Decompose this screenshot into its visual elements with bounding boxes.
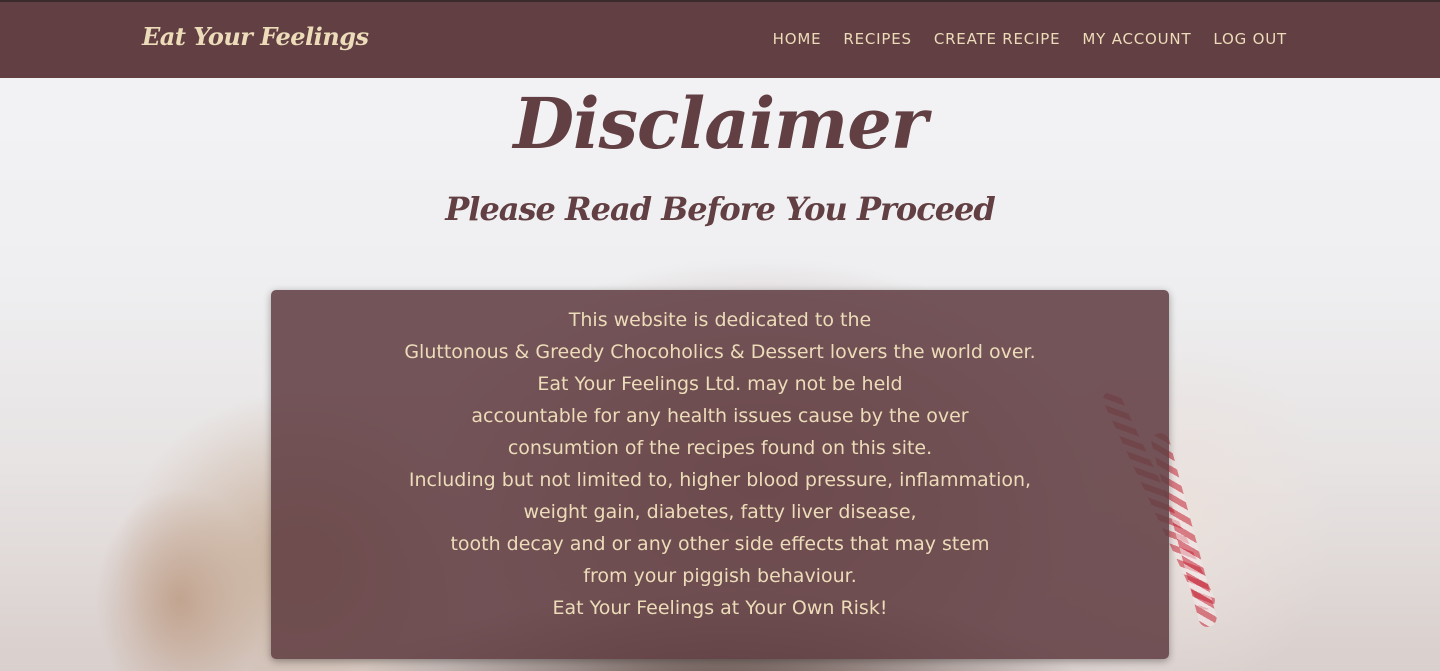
disclaimer-line: This website is dedicated to the <box>568 309 872 331</box>
nav-links: HOME RECIPES CREATE RECIPE MY ACCOUNT LO… <box>773 30 1287 48</box>
nav-log-out-link[interactable]: LOG OUT <box>1213 30 1287 48</box>
nav-my-account-link[interactable]: MY ACCOUNT <box>1082 30 1191 48</box>
disclaimer-panel: This website is dedicated to the Glutton… <box>271 290 1169 659</box>
nav-create-recipe-link[interactable]: CREATE RECIPE <box>934 30 1061 48</box>
disclaimer-line: accountable for any health issues cause … <box>471 405 969 427</box>
disclaimer-line: consumtion of the recipes found on this … <box>507 437 933 459</box>
disclaimer-line: Eat Your Feelings Ltd. may not be held <box>537 373 903 395</box>
disclaimer-line: Eat Your Feelings at Your Own Risk! <box>552 597 888 619</box>
brand-logo[interactable]: Eat Your Feelings <box>142 22 369 51</box>
page-subtitle: Please Read Before You Proceed <box>445 190 996 228</box>
disclaimer-line: Gluttonous & Greedy Chocoholics & Desser… <box>404 341 1036 363</box>
navbar: Eat Your Feelings HOME RECIPES CREATE RE… <box>0 0 1440 78</box>
disclaimer-line: tooth decay and or any other side effect… <box>450 533 990 555</box>
page-title: Disclaimer <box>513 82 927 165</box>
nav-recipes-link[interactable]: RECIPES <box>843 30 911 48</box>
disclaimer-line: weight gain, diabetes, fatty liver disea… <box>523 501 917 523</box>
nav-home-link[interactable]: HOME <box>773 30 822 48</box>
disclaimer-line: Including but not limited to, higher blo… <box>408 469 1032 491</box>
disclaimer-line: from your piggish behaviour. <box>583 565 857 587</box>
